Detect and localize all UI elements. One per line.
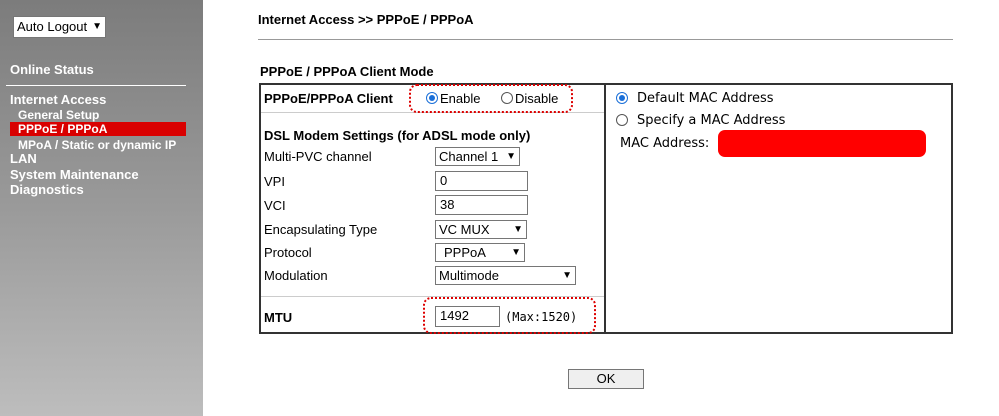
chevron-down-icon: ▼ [562,270,572,281]
sidebar-item-internet-access[interactable]: Internet Access [10,92,106,107]
sidebar-item-mpoa[interactable]: MPoA / Static or dynamic IP [18,138,176,152]
enable-label: Enable [440,91,481,106]
mtu-input[interactable]: 1492 [435,306,500,327]
chevron-down-icon: ▼ [511,247,521,258]
sidebar-item-system-maintenance[interactable]: System Maintenance [10,167,139,182]
vpi-input[interactable]: 0 [435,171,528,191]
protocol-value: PPPoA [444,245,486,260]
encap-value: VC MUX [439,222,490,237]
auto-logout-value: Auto Logout [17,19,88,34]
mac-address-redaction [718,130,926,157]
disable-radio[interactable] [501,92,513,104]
dsl-heading: DSL Modem Settings (for ADSL mode only) [264,128,531,143]
vci-label: VCI [264,198,286,213]
client-label: PPPoE/PPPoA Client [264,91,393,106]
modulation-select[interactable]: Multimode ▼ [435,266,576,285]
section-title: PPPoE / PPPoA Client Mode [260,64,434,79]
encap-select[interactable]: VC MUX ▼ [435,220,527,239]
sidebar-item-online-status[interactable]: Online Status [10,62,94,77]
mtu-max-label: (Max:1520) [505,310,578,324]
sidebar-item-lan[interactable]: LAN [10,151,37,166]
sidebar-item-pppoe-pppoa-label: PPPoE / PPPoA [18,122,108,136]
chevron-down-icon: ▼ [92,21,102,32]
ok-button[interactable]: OK [568,369,644,389]
sidebar-item-general-setup[interactable]: General Setup [18,108,99,122]
protocol-label: Protocol [264,245,312,260]
sidebar-item-diagnostics[interactable]: Diagnostics [10,182,84,197]
multi-pvc-label: Multi-PVC channel [264,149,372,164]
chevron-down-icon: ▼ [513,224,523,235]
modulation-value: Multimode [439,268,499,283]
breadcrumb: Internet Access >> PPPoE / PPPoA [258,12,474,27]
encap-label: Encapsulating Type [264,222,378,237]
sidebar-item-pppoe-pppoa[interactable]: PPPoE / PPPoA [10,122,186,136]
multi-pvc-value: Channel 1 [439,149,499,164]
vpi-label: VPI [264,174,285,189]
panel-vertical-divider [604,83,606,334]
modulation-label: Modulation [264,268,328,283]
protocol-select[interactable]: PPPoA ▼ [435,243,525,262]
header-divider [258,39,953,40]
chevron-down-icon: ▼ [506,151,516,162]
specify-mac-label: Specify a MAC Address [637,113,786,128]
mtu-label: MTU [264,310,293,325]
default-mac-radio[interactable] [616,92,628,104]
sidebar: Auto Logout ▼ Online Status Internet Acc… [0,0,203,416]
enable-radio[interactable] [426,92,438,104]
vci-input[interactable]: 38 [435,195,528,215]
auto-logout-select[interactable]: Auto Logout ▼ [13,16,106,38]
sidebar-divider [6,85,186,86]
specify-mac-radio[interactable] [616,114,628,126]
mac-address-label: MAC Address: [620,136,710,151]
multi-pvc-select[interactable]: Channel 1 ▼ [435,147,520,166]
default-mac-label: Default MAC Address [637,91,774,106]
disable-label: Disable [515,91,559,106]
